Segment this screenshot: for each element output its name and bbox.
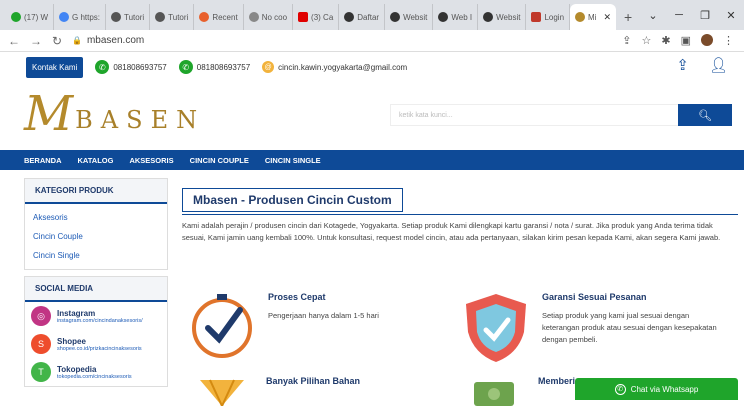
forward-icon[interactable]: →: [30, 34, 42, 48]
contact-phone-2[interactable]: ✆ 081808693757: [178, 60, 250, 74]
browser-tab[interactable]: (3) Ca: [293, 4, 340, 30]
diamond-icon: [200, 379, 244, 406]
tab-favicon-icon: [531, 12, 542, 22]
minimize-icon[interactable]: ─: [666, 9, 692, 21]
browser-tab[interactable]: Websit: [385, 4, 434, 30]
main-nav: BERANDA KATALOG AKSESORIS CINCIN COUPLE …: [0, 150, 744, 170]
sidebar: KATEGORI PRODUK Aksesoris Cincin Couple …: [24, 178, 168, 393]
whatsapp-chat-button[interactable]: ✆ Chat via Whatsapp: [575, 378, 738, 400]
feature-proses-cepat: Proses Cepat Pengerjaan hanya dalam 1-5 …: [188, 292, 448, 360]
sidepanel-icon[interactable]: ▣: [681, 34, 691, 47]
contact-phone-1[interactable]: ✆ 081808693757: [95, 60, 167, 74]
whatsapp-icon: ✆: [178, 60, 193, 74]
tab-favicon-icon: [248, 12, 259, 22]
instagram-icon: ◎: [31, 306, 51, 326]
browser-tab[interactable]: Recent: [194, 4, 244, 30]
close-window-icon[interactable]: ✕: [718, 9, 744, 22]
social-title: SOCIAL MEDIA: [25, 277, 167, 302]
nav-beranda[interactable]: BERANDA: [24, 156, 62, 165]
search-button[interactable]: 🔍︎: [678, 104, 732, 126]
whatsapp-icon: ✆: [95, 60, 110, 74]
nav-cincin-couple[interactable]: CINCIN COUPLE: [190, 156, 249, 165]
browser-tab[interactable]: Tutori: [150, 4, 195, 30]
kategori-box: KATEGORI PRODUK Aksesoris Cincin Couple …: [24, 178, 168, 270]
browser-tab-active[interactable]: Mi ✕: [570, 4, 617, 30]
browser-tab[interactable]: Web I: [433, 4, 479, 30]
browser-tab[interactable]: Daftar: [339, 4, 386, 30]
contact-bar: Kontak Kami ✆ 081808693757 ✆ 08180869375…: [0, 52, 744, 82]
page-title: Mbasen - Produsen Cincin Custom: [182, 188, 403, 212]
browser-tab-bar: (17) W G https: Tutori Tutori Recent No …: [0, 0, 744, 30]
logo-monogram: M: [24, 86, 74, 142]
nav-aksesoris[interactable]: AKSESORIS: [129, 156, 173, 165]
browser-tab[interactable]: No coo: [244, 4, 294, 30]
header-actions: ⇪ 👤︎: [676, 56, 728, 74]
search-input[interactable]: ketik kata kunci...: [390, 104, 680, 126]
tab-favicon-icon: [483, 12, 494, 22]
address-bar: ← → ↻ 🔒 mbasen.com ⇪ ☆ ✱ ▣ ⋮: [0, 30, 744, 52]
feature-memberi: Memberi: [468, 376, 575, 406]
share-icon[interactable]: ⇪: [622, 34, 631, 47]
share-icon[interactable]: ⇪: [676, 56, 689, 74]
feature-banyak-pilihan: Banyak Pilihan Bahan: [196, 376, 360, 406]
browser-tab[interactable]: (17) W: [6, 4, 54, 30]
tab-favicon-icon: [344, 12, 355, 22]
browser-tab[interactable]: Tutori: [106, 4, 151, 30]
menu-kebab-icon[interactable]: ⋮: [723, 34, 734, 47]
social-instagram[interactable]: ◎ Instagram instagram.com/cincindanakseso…: [25, 302, 167, 330]
tokopedia-icon: T: [31, 362, 51, 382]
lock-icon[interactable]: 🔒: [72, 36, 82, 45]
sidebar-item-cincin-single[interactable]: Cincin Single: [25, 246, 167, 265]
tab-favicon-icon: [11, 12, 21, 22]
profile-avatar[interactable]: [701, 34, 713, 46]
tab-search-icon[interactable]: ⌄: [640, 9, 666, 22]
tab-favicon-icon: [438, 12, 449, 22]
kategori-title: KATEGORI PRODUK: [25, 179, 167, 204]
social-box: SOCIAL MEDIA ◎ Instagram instagram.com/ci…: [24, 276, 168, 387]
main-content: Mbasen - Produsen Cincin Custom Kami ada…: [182, 188, 738, 406]
reload-icon[interactable]: ↻: [52, 34, 62, 48]
email-icon: @: [262, 61, 275, 73]
tab-favicon-icon: [390, 12, 401, 22]
shield-check-icon: [466, 294, 526, 362]
window-controls: ⌄ ─ ❐ ✕: [640, 0, 744, 30]
logo-text: BASEN: [75, 106, 206, 134]
search-icon: 🔍︎: [698, 109, 712, 122]
intro-text: Kami adalah perajin / produsen cincin da…: [182, 221, 721, 242]
nav-katalog[interactable]: KATALOG: [78, 156, 114, 165]
back-icon[interactable]: ←: [8, 34, 20, 48]
tab-favicon-icon: [199, 12, 210, 22]
shopee-icon: S: [31, 334, 51, 354]
stopwatch-check-icon: [192, 294, 252, 358]
whatsapp-icon: ✆: [614, 383, 626, 395]
tab-favicon-icon: [111, 12, 122, 22]
user-icon[interactable]: 👤︎: [709, 56, 728, 74]
social-tokopedia[interactable]: T Tokopedia tokopedia.com/cincinaksesoris: [25, 358, 167, 386]
social-shopee[interactable]: S Shopee shopee.co.id/prizkacincinaksesor…: [25, 330, 167, 358]
tab-favicon-icon: [298, 12, 309, 22]
url-field[interactable]: mbasen.com: [87, 35, 622, 46]
tab-favicon-icon: [575, 12, 586, 22]
kontak-kami-button[interactable]: Kontak Kami: [26, 56, 84, 78]
new-tab-button[interactable]: +: [616, 4, 640, 30]
contact-email[interactable]: @ cincin.kawin.yogyakarta@gmail.com: [262, 61, 407, 73]
browser-tab[interactable]: Login: [526, 4, 571, 30]
browser-tab[interactable]: G https:: [54, 4, 107, 30]
extensions-icon[interactable]: ✱: [661, 34, 670, 47]
tab-favicon-icon: [59, 12, 69, 22]
site-logo[interactable]: M BASEN: [24, 86, 206, 142]
sidebar-item-cincin-couple[interactable]: Cincin Couple: [25, 227, 167, 246]
bookmark-star-icon[interactable]: ☆: [642, 34, 652, 47]
tab-favicon-icon: [155, 12, 166, 22]
restore-icon[interactable]: ❐: [692, 9, 718, 22]
nav-cincin-single[interactable]: CINCIN SINGLE: [265, 156, 321, 165]
browser-tab[interactable]: Websit: [478, 4, 527, 30]
feature-garansi: Garansi Sesuai Pesanan Setiap produk yan…: [462, 292, 722, 364]
close-tab-icon[interactable]: ✕: [603, 12, 611, 23]
sidebar-item-aksesoris[interactable]: Aksesoris: [25, 208, 167, 227]
title-underline: [182, 214, 738, 215]
money-icon: [474, 382, 514, 406]
